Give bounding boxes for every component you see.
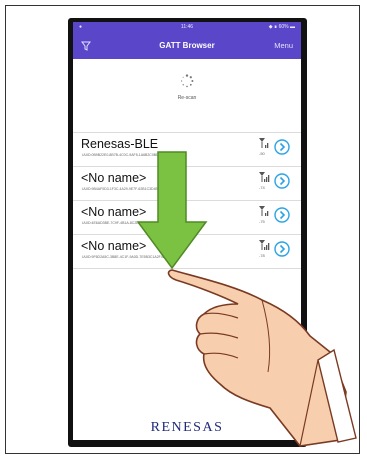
- device-uuid: UUID:9F6D2A5C-3B8E-4C1F-9A0D-7E5B3C1A2F4…: [82, 255, 172, 259]
- renesas-logo: RENESAS: [150, 420, 224, 435]
- device-name: Renesas-BLE: [81, 137, 159, 151]
- list-divider: [73, 268, 301, 269]
- device-details-chevron-icon[interactable]: [274, 241, 290, 257]
- device-row-4[interactable]: <No name> UUID:9F6D2A5C-3B8E-4C1F-9A0D-7…: [73, 235, 301, 268]
- signal-strength-icon: [259, 172, 270, 182]
- device-uuid: UUID:0B9B22E0-8B7B-4C0C-9AF5-1A6B2C0BDED…: [82, 153, 170, 157]
- signal-strength-icon: [259, 206, 269, 216]
- device-uuid: UUID:9B4AF0D3-1F3C-4A29-9E7F-62B1C3D4E5F…: [82, 187, 169, 191]
- device-name: <No name>: [81, 171, 147, 185]
- device-uuid: UUID:4E6AD3BE-7C9F-4B1A-8C2D-1E3F5A7B9C0…: [82, 221, 173, 225]
- device-rssi: -78: [259, 253, 265, 258]
- status-time: 11:46: [180, 24, 194, 30]
- device-row-2[interactable]: <No name> UUID:9B4AF0D3-1F3C-4A29-9E7F-6…: [73, 167, 301, 200]
- phone-screen: ● 11:46 ◆ ∎ 60% ▬ GATT Browser Menu Re-s…: [73, 22, 301, 440]
- refresh-spinner-icon: [181, 74, 194, 88]
- device-name: <No name>: [81, 239, 147, 253]
- page-title: GATT Browser: [159, 41, 215, 50]
- device-row-3[interactable]: <No name> UUID:4E6AD3BE-7C9F-4B1A-8C2D-1…: [73, 201, 301, 234]
- signal-strength-icon: [259, 138, 269, 148]
- signal-strength-icon: [259, 240, 270, 250]
- battery-indicator: ◆ ∎ 60% ▬: [268, 24, 295, 30]
- menu-button[interactable]: Menu: [274, 41, 293, 50]
- device-rssi: -50: [259, 151, 265, 156]
- device-details-chevron-icon[interactable]: [274, 173, 290, 189]
- rescan-label: Re-scan: [177, 95, 197, 101]
- nav-bar: GATT Browser Menu: [73, 33, 301, 59]
- device-details-chevron-icon[interactable]: [274, 207, 290, 223]
- status-bar: ● 11:46 ◆ ∎ 60% ▬: [73, 22, 301, 33]
- rescan-button[interactable]: Re-scan: [73, 74, 301, 101]
- device-name: <No name>: [81, 205, 147, 219]
- device-rssi: -75: [259, 219, 265, 224]
- device-details-chevron-icon[interactable]: [274, 139, 290, 155]
- device-row-1[interactable]: Renesas-BLE UUID:0B9B22E0-8B7B-4C0C-9AF5…: [73, 133, 301, 166]
- device-rssi: -74: [259, 185, 265, 190]
